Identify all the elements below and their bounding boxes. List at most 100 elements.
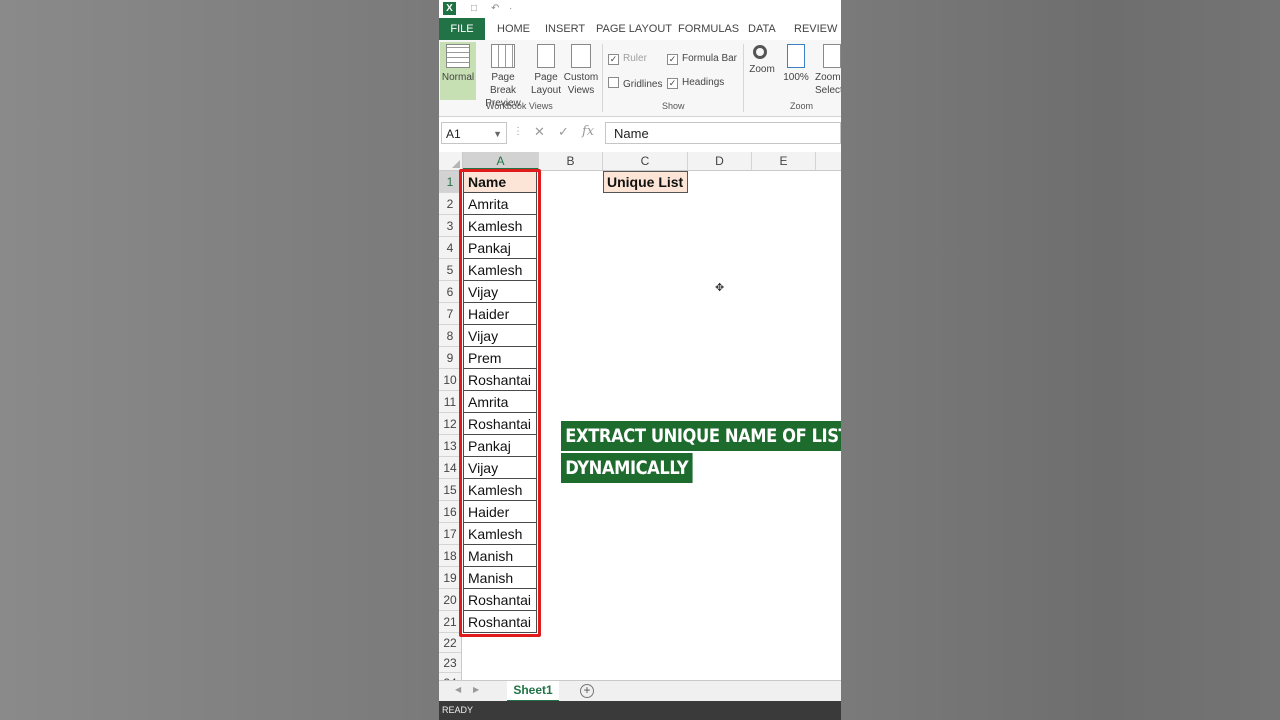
page-break-label-1: Page Break (489, 72, 517, 96)
cancel-icon[interactable]: ✕ (534, 124, 545, 140)
cell-name[interactable]: Pankaj (463, 237, 537, 259)
cell-c1-unique-list[interactable]: Unique List (603, 171, 688, 193)
row-header[interactable]: 20 (439, 589, 462, 611)
row-header[interactable]: 17 (439, 523, 462, 545)
cell-name[interactable]: Kamlesh (463, 259, 537, 281)
title-banner-line-2: DYNAMICALLY (561, 453, 693, 483)
status-bar: READY (439, 701, 841, 720)
cell-name[interactable]: Roshantai (463, 369, 537, 391)
headings-checkbox[interactable]: ✓ Headings (667, 77, 724, 89)
page-break-preview-button[interactable]: Page Break Preview (477, 42, 529, 109)
name-box[interactable]: A1 ▼ (441, 122, 507, 144)
chevron-down-icon[interactable]: ▼ (493, 123, 502, 145)
cell-name[interactable]: Kamlesh (463, 523, 537, 545)
cell-name[interactable]: Roshantai (463, 413, 537, 435)
gridlines-label: Gridlines (623, 79, 663, 90)
row-header[interactable]: 14 (439, 457, 462, 479)
column-header-e[interactable]: E (752, 152, 816, 170)
cell-name[interactable]: Roshantai (463, 589, 537, 611)
select-all-corner[interactable] (439, 152, 463, 170)
tab-review[interactable]: REVIEW (794, 18, 837, 40)
row-header[interactable]: 19 (439, 567, 462, 589)
row-header[interactable]: 7 (439, 303, 462, 325)
tab-insert[interactable]: INSERT (545, 18, 585, 40)
cell-name[interactable]: Amrita (463, 391, 537, 413)
row-header[interactable]: 13 (439, 435, 462, 457)
sheet-tab-sheet1[interactable]: Sheet1 (507, 681, 559, 702)
formula-bar: A1 ▼ ⋮ ✕ ✓ fx Name (439, 118, 841, 148)
column-header-c[interactable]: C (603, 152, 688, 170)
cell-name[interactable]: Haider (463, 303, 537, 325)
zoom-sel-label-1: Zoom (815, 72, 841, 83)
cell-name[interactable]: Roshantai (463, 611, 537, 633)
formula-input[interactable]: Name (605, 122, 841, 144)
gridlines-checkbox[interactable]: Gridlines (608, 77, 662, 90)
normal-view-button[interactable]: Normal (440, 42, 476, 100)
undo-icon[interactable]: ↶ (491, 3, 499, 14)
formula-bar-grip-icon: ⋮ (513, 126, 523, 137)
cell-name[interactable]: Amrita (463, 193, 537, 215)
cell-name[interactable]: Manish (463, 567, 537, 589)
page-layout-view-button[interactable]: Page Layout (530, 42, 562, 100)
cell-name[interactable]: Prem (463, 347, 537, 369)
enter-icon[interactable]: ✓ (558, 124, 569, 140)
row-header[interactable]: 10 (439, 369, 462, 391)
add-sheet-icon[interactable]: + (580, 684, 594, 698)
cell-name[interactable]: Pankaj (463, 435, 537, 457)
save-icon[interactable]: □ (471, 3, 477, 14)
cell-name[interactable]: Kamlesh (463, 215, 537, 237)
row-header[interactable]: 6 (439, 281, 462, 303)
row-header[interactable]: 4 (439, 237, 462, 259)
cell-name[interactable]: Vijay (463, 457, 537, 479)
row-header[interactable]: 8 (439, 325, 462, 347)
cell-name[interactable]: Vijay (463, 325, 537, 347)
scroll-right-icon[interactable]: ▶ (473, 685, 479, 694)
zoom-100-button[interactable]: 100% (780, 42, 812, 100)
column-header-b[interactable]: B (539, 152, 603, 170)
normal-view-icon (446, 44, 470, 68)
ribbon-separator (743, 44, 744, 112)
row-header[interactable]: 21 (439, 611, 462, 633)
cell-name[interactable]: Manish (463, 545, 537, 567)
row-header[interactable]: 23 (439, 653, 462, 673)
tab-formulas[interactable]: FORMULAS (678, 18, 739, 40)
tab-home[interactable]: HOME (497, 18, 530, 40)
tab-data[interactable]: DATA (748, 18, 776, 40)
row-header[interactable]: 5 (439, 259, 462, 281)
ruler-checkbox[interactable]: ✓ Ruler (608, 53, 647, 65)
cell-name[interactable]: Haider (463, 501, 537, 523)
group-label-zoom: Zoom (790, 101, 814, 111)
row-header[interactable]: 2 (439, 193, 462, 215)
row-header[interactable]: 11 (439, 391, 462, 413)
row-header[interactable]: 16 (439, 501, 462, 523)
insert-function-icon[interactable]: fx (582, 124, 594, 139)
zoom-100-label: 100% (783, 72, 809, 83)
customize-qa-icon[interactable]: · (509, 3, 512, 14)
column-header-a[interactable]: A (463, 152, 539, 170)
normal-view-label: Normal (441, 72, 475, 83)
cell-cursor-icon: ✥ (715, 282, 725, 294)
excel-logo-icon: X (443, 2, 456, 15)
cell-name[interactable]: Kamlesh (463, 479, 537, 501)
row-header[interactable]: 15 (439, 479, 462, 501)
tab-page-layout[interactable]: PAGE LAYOUT (596, 18, 672, 40)
row-header[interactable]: 18 (439, 545, 462, 567)
row-header[interactable]: 1 (439, 171, 462, 193)
zoom-to-selection-button[interactable]: Zoom Select (813, 42, 841, 100)
zoom-button[interactable]: Zoom (746, 42, 778, 100)
page-break-icon (491, 44, 515, 68)
scroll-left-icon[interactable]: ◀ (455, 685, 461, 694)
excel-window: X □ ↶ · FILE HOME INSERT PAGE LAYOUT FOR… (439, 0, 841, 720)
row-header[interactable]: 9 (439, 347, 462, 369)
column-header-f-partial[interactable] (816, 152, 841, 170)
row-header[interactable]: 3 (439, 215, 462, 237)
cell-name[interactable]: Vijay (463, 281, 537, 303)
tab-file[interactable]: FILE (439, 18, 485, 40)
custom-views-button[interactable]: Custom Views (563, 42, 599, 100)
row-header[interactable]: 22 (439, 633, 462, 653)
formula-bar-checkbox[interactable]: ✓ Formula Bar (667, 53, 737, 65)
cell-a1-header[interactable]: Name (463, 171, 537, 193)
column-header-d[interactable]: D (688, 152, 752, 170)
row-header[interactable]: 12 (439, 413, 462, 435)
zoom-label: Zoom (749, 64, 775, 75)
